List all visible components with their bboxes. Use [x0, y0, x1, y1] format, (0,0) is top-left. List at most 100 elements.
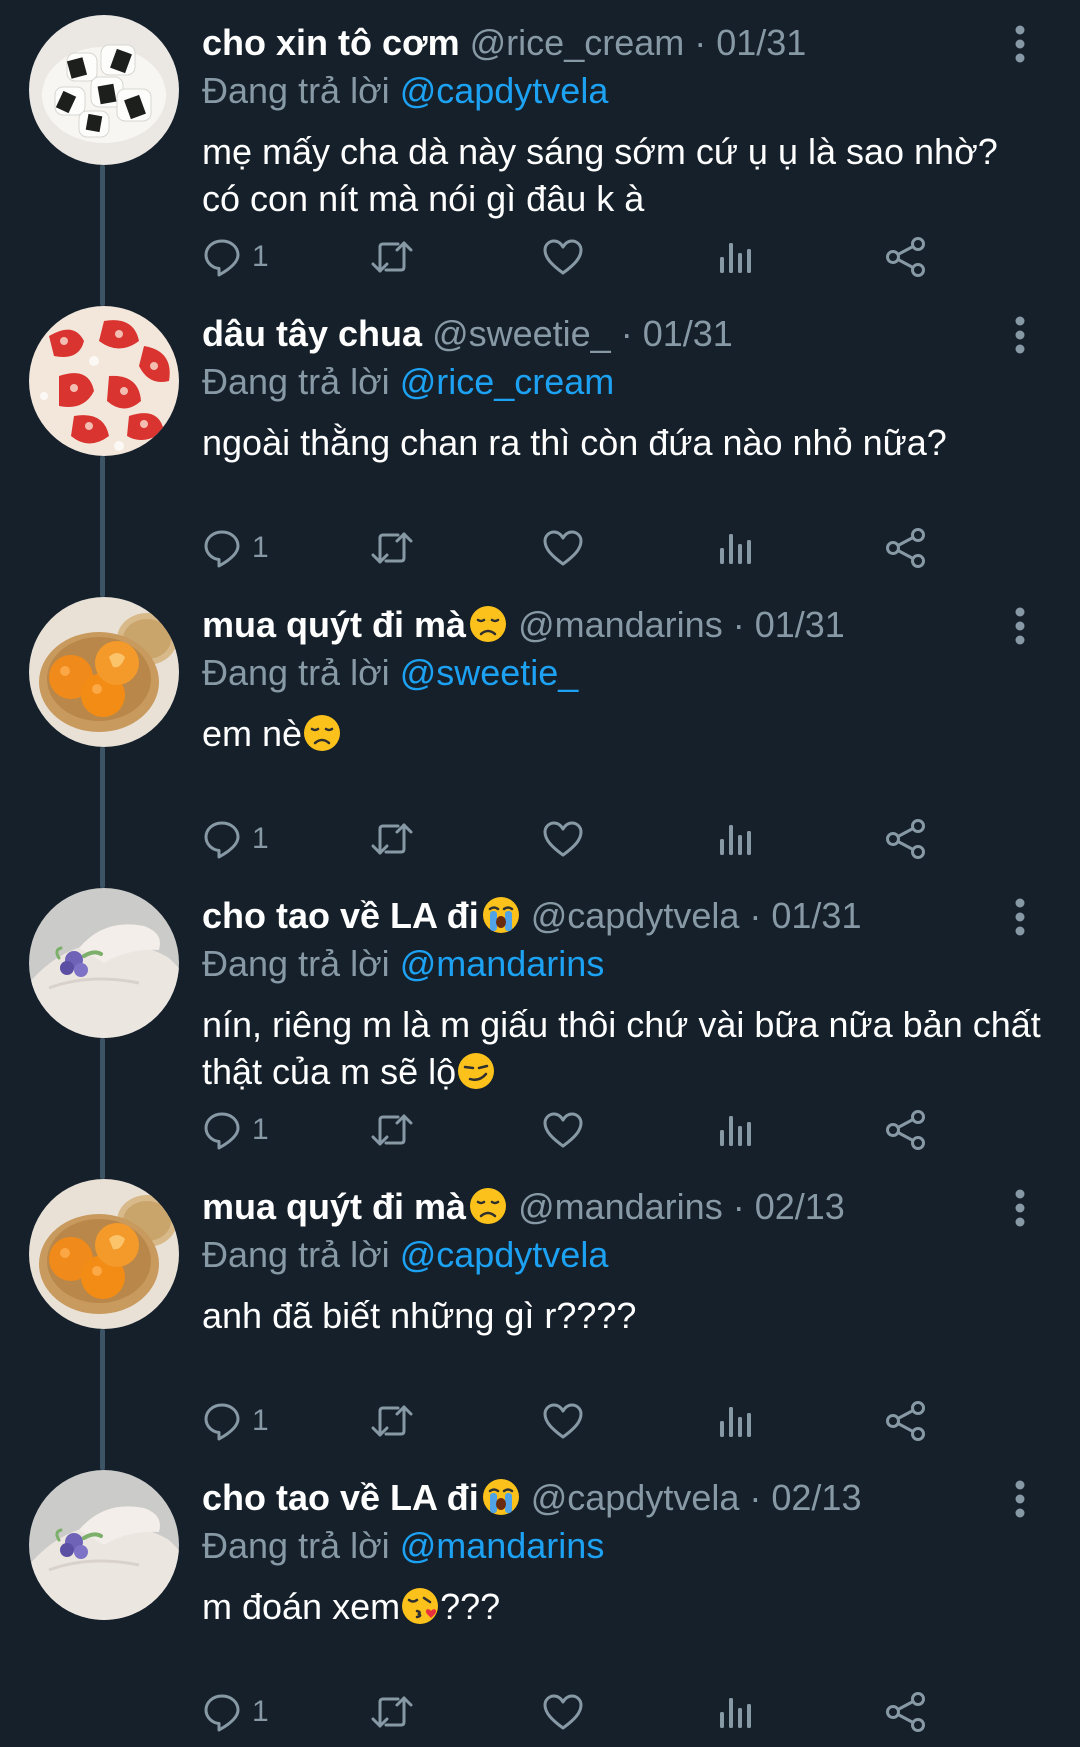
user-handle[interactable]: @sweetie_: [432, 313, 611, 354]
replying-to-label: Đang trả lời: [202, 652, 400, 693]
separator: ·: [610, 313, 643, 354]
mandarin-avatar[interactable]: [29, 597, 179, 747]
replying-to-label: Đang trả lời: [202, 943, 400, 984]
tweet[interactable]: cho tao về LA đi @capdytvela · 01/31 Đan…: [0, 873, 1080, 1179]
like-button[interactable]: [542, 523, 584, 573]
name-emoji: [466, 604, 508, 645]
retweet-button[interactable]: [370, 1396, 414, 1446]
like-button[interactable]: [542, 814, 584, 864]
reply-icon: [204, 530, 240, 568]
display-name[interactable]: cho tao về LA đi: [202, 895, 479, 936]
rice-ball-avatar[interactable]: [29, 15, 179, 165]
analytics-button[interactable]: [717, 814, 753, 864]
reply-button[interactable]: 1: [202, 814, 269, 864]
tweet-date[interactable]: 02/13: [771, 1477, 861, 1518]
replying-to: Đang trả lời @mandarins: [202, 941, 604, 987]
like-button[interactable]: [542, 1105, 584, 1155]
like-button[interactable]: [542, 232, 584, 282]
action-bar: 1: [202, 814, 1022, 864]
analytics-button[interactable]: [717, 1687, 753, 1737]
tweet-date[interactable]: 01/31: [771, 895, 861, 936]
user-handle[interactable]: @mandarins: [518, 1186, 723, 1227]
reply-count: 1: [252, 1404, 269, 1437]
like-button[interactable]: [542, 1396, 584, 1446]
analytics-icon: [720, 825, 751, 855]
crying-face-icon: [481, 895, 521, 935]
hand-ring-avatar[interactable]: [29, 1470, 179, 1620]
analytics-button[interactable]: [717, 523, 753, 573]
tweet[interactable]: dâu tây chua @sweetie_ · 01/31 Đang trả …: [0, 291, 1080, 597]
tweet[interactable]: mua quýt đi mà @mandarins · 01/31 Đang t…: [0, 582, 1080, 888]
like-button[interactable]: [542, 1687, 584, 1737]
action-bar: 1: [202, 523, 1022, 573]
retweet-button[interactable]: [370, 523, 414, 573]
replying-to-handle[interactable]: @capdytvela: [400, 1234, 609, 1275]
user-handle[interactable]: @mandarins: [518, 604, 723, 645]
more-options-icon[interactable]: [1008, 24, 1032, 64]
tweet-date[interactable]: 01/31: [716, 22, 806, 63]
heart-icon: [543, 821, 583, 857]
replying-to-handle[interactable]: @mandarins: [400, 943, 605, 984]
more-options-icon[interactable]: [1008, 1479, 1032, 1519]
tweet-text-emoji: [400, 1586, 440, 1627]
user-handle[interactable]: @rice_cream: [470, 22, 685, 63]
user-handle[interactable]: @capdytvela: [531, 1477, 740, 1518]
share-button[interactable]: [884, 523, 928, 573]
share-icon: [886, 237, 925, 277]
replying-to-handle[interactable]: @mandarins: [400, 1525, 605, 1566]
display-name[interactable]: cho tao về LA đi: [202, 1477, 479, 1518]
replying-to-handle[interactable]: @capdytvela: [400, 70, 609, 111]
share-button[interactable]: [884, 1105, 928, 1155]
tweet-date[interactable]: 02/13: [755, 1186, 845, 1227]
mandarin-avatar[interactable]: [29, 1179, 179, 1329]
reply-button[interactable]: 1: [202, 523, 269, 573]
replying-to-label: Đang trả lời: [202, 70, 400, 111]
share-button[interactable]: [884, 1396, 928, 1446]
reply-button[interactable]: 1: [202, 1687, 269, 1737]
strawberry-avatar[interactable]: [29, 306, 179, 456]
tweet-text-content: m đoán xem: [202, 1586, 401, 1627]
more-options-icon[interactable]: [1008, 897, 1032, 937]
analytics-button[interactable]: [717, 232, 753, 282]
replying-to-handle[interactable]: @rice_cream: [400, 361, 615, 402]
kissing-face-icon: [400, 1586, 440, 1626]
display-name[interactable]: mua quýt đi mà: [202, 1186, 466, 1227]
display-name[interactable]: mua quýt đi mà: [202, 604, 466, 645]
user-handle[interactable]: @capdytvela: [531, 895, 740, 936]
share-button[interactable]: [884, 1687, 928, 1737]
thread-line: [100, 1038, 105, 1179]
display-name[interactable]: cho xin tô cơm: [202, 22, 460, 63]
tweet-header: dâu tây chua @sweetie_ · 01/31: [202, 309, 733, 359]
action-bar: 1: [202, 232, 1022, 282]
reply-button[interactable]: 1: [202, 232, 269, 282]
more-options-icon[interactable]: [1008, 1188, 1032, 1228]
more-options-icon[interactable]: [1008, 606, 1032, 646]
display-name[interactable]: dâu tây chua: [202, 313, 422, 354]
hand-ring-avatar[interactable]: [29, 888, 179, 1038]
tweet[interactable]: cho tao về LA đi @capdytvela · 02/13 Đan…: [0, 1455, 1080, 1747]
tweet[interactable]: mua quýt đi mà @mandarins · 02/13 Đang t…: [0, 1164, 1080, 1470]
tweet-date[interactable]: 01/31: [755, 604, 845, 645]
reply-button[interactable]: 1: [202, 1396, 269, 1446]
reply-button[interactable]: 1: [202, 1105, 269, 1155]
replying-to-handle[interactable]: @sweetie_: [400, 652, 579, 693]
retweet-button[interactable]: [370, 1105, 414, 1155]
share-button[interactable]: [884, 814, 928, 864]
share-icon: [886, 528, 925, 568]
tweet-text-content: anh đã biết những gì r????: [202, 1295, 637, 1336]
action-bar: 1: [202, 1105, 1022, 1155]
retweet-button[interactable]: [370, 232, 414, 282]
analytics-button[interactable]: [717, 1105, 753, 1155]
retweet-button[interactable]: [370, 814, 414, 864]
tweet-text-content: nín, riêng m là m giấu thôi chứ vài bữa …: [202, 1004, 1041, 1092]
smirking-face-icon: [456, 1051, 496, 1091]
retweet-button[interactable]: [370, 1687, 414, 1737]
more-options-icon[interactable]: [1008, 315, 1032, 355]
tweet-header: mua quýt đi mà @mandarins · 01/31: [202, 600, 845, 650]
reply-count: 1: [252, 1113, 269, 1146]
analytics-button[interactable]: [717, 1396, 753, 1446]
share-button[interactable]: [884, 232, 928, 282]
tweet[interactable]: cho xin tô cơm @rice_cream · 01/31 Đang …: [0, 0, 1080, 306]
tweet-date[interactable]: 01/31: [643, 313, 733, 354]
action-bar: 1: [202, 1687, 1022, 1737]
